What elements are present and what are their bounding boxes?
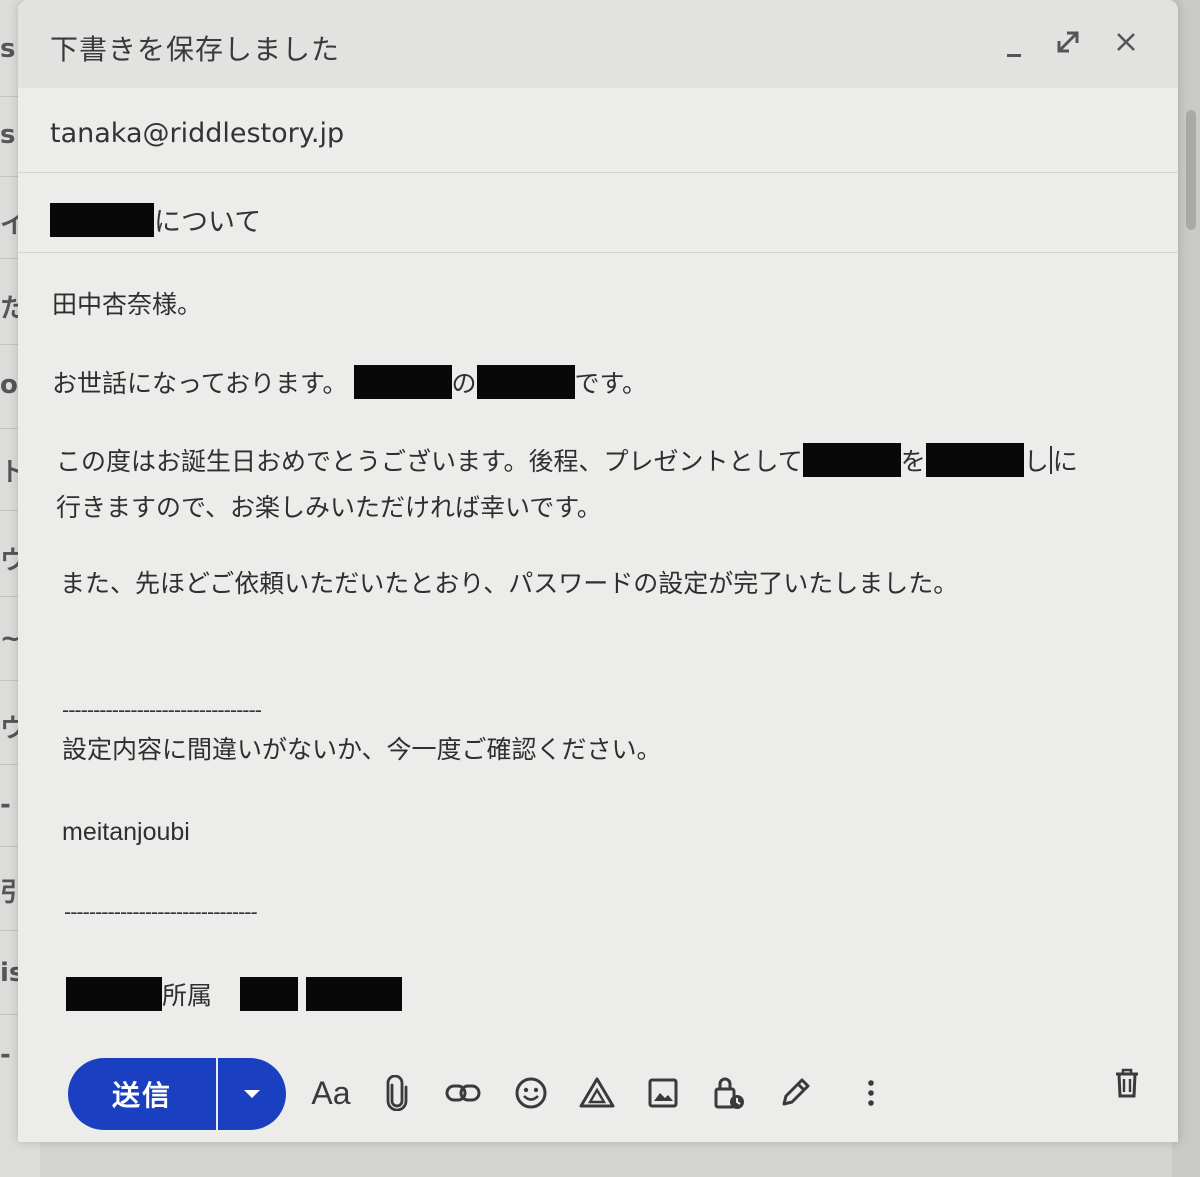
compose-title: 下書きを保存しました [50, 33, 341, 66]
body-line-password-done: また、先ほどご依頼いただいたとおり、パスワードの設定が完了いたしました。 [60, 569, 959, 598]
minimize-button[interactable] [996, 24, 1032, 60]
emoji-icon [515, 1077, 547, 1109]
signature-line: 所属 [66, 976, 403, 1012]
redacted-block [353, 365, 452, 399]
attach-button[interactable] [374, 1070, 420, 1116]
text-cursor [1049, 446, 1052, 474]
pen-icon [782, 1078, 810, 1106]
link-button[interactable] [440, 1070, 486, 1116]
body-text: この度はお誕生日おめでとうございます。後程、プレゼントとして [56, 447, 803, 476]
separator-line: -------------------------------- [62, 698, 262, 722]
redacted-block [925, 443, 1024, 477]
to-field[interactable]: tanaka@riddlestory.jp [18, 88, 1178, 173]
send-button[interactable]: 送信 [68, 1058, 216, 1130]
signature-label: 所属 [162, 981, 213, 1010]
body-text: の [451, 369, 477, 398]
trash-icon [1116, 1068, 1138, 1098]
subject-suffix: について [154, 207, 262, 238]
body-text: し [1023, 447, 1049, 476]
scrollbar-thumb[interactable] [1186, 110, 1196, 230]
subject-text: について [50, 200, 261, 239]
body-text: お世話になっております。 [52, 369, 348, 398]
close-icon [1117, 33, 1135, 51]
body-text: を [900, 447, 926, 476]
emoji-button[interactable] [508, 1070, 554, 1116]
body-line-confirm: 設定内容に間違いがないか、今一度ご確認ください。 [62, 735, 662, 764]
redacted-block [802, 443, 901, 477]
confidential-mode-button[interactable] [706, 1070, 752, 1116]
background-fragment: - [0, 790, 11, 820]
drive-icon [579, 1077, 615, 1108]
formatting-button[interactable]: Aa [308, 1070, 354, 1116]
send-options-button[interactable] [218, 1058, 286, 1130]
minimize-icon [1007, 53, 1021, 57]
redacted-block [306, 977, 403, 1011]
redacted-block [50, 202, 154, 237]
redacted-block [240, 977, 299, 1011]
more-options-button[interactable] [848, 1070, 894, 1116]
signature-button[interactable] [772, 1070, 818, 1116]
compose-toolbar: 送信 Aa [18, 1040, 1178, 1142]
body-greeting: 田中杏奈様。 [52, 290, 203, 319]
photo-icon [648, 1078, 678, 1108]
drive-button[interactable] [574, 1070, 620, 1116]
more-icon [868, 1080, 874, 1106]
redacted-block [476, 365, 575, 399]
expand-icon [1057, 31, 1079, 53]
password-text: meitanjoubi [62, 818, 190, 846]
discard-draft-button[interactable] [1104, 1060, 1150, 1106]
link-icon [445, 1084, 481, 1102]
close-button[interactable] [1108, 24, 1144, 60]
body-text: に [1052, 447, 1078, 476]
body-line-intro: お世話になっております。 の です。 [52, 364, 647, 400]
fullscreen-button[interactable] [1050, 24, 1086, 60]
insert-photo-button[interactable] [640, 1070, 686, 1116]
body-line-continue: 行きますので、お楽しみいただければ幸いです。 [56, 493, 602, 522]
confidential-icon [714, 1077, 744, 1109]
compose-window: 下書きを保存しました tanaka@riddlestory.jp について 田中… [18, 0, 1178, 1142]
background-fragment: s [0, 120, 16, 150]
redacted-block [66, 977, 162, 1011]
compose-header[interactable]: 下書きを保存しました [18, 0, 1178, 88]
chevron-down-icon [244, 1090, 260, 1098]
separator-line: ------------------------------- [64, 900, 258, 924]
background-fragment: s [0, 34, 16, 64]
recipient-address: tanaka@riddlestory.jp [50, 118, 345, 149]
formatting-icon: Aa [311, 1074, 351, 1111]
attach-icon [386, 1075, 408, 1111]
subject-field[interactable]: について [18, 172, 1178, 253]
body-line-birthday: この度はお誕生日おめでとうございます。後程、プレゼントとして を し に [56, 442, 1078, 478]
body-text: です。 [574, 369, 648, 398]
